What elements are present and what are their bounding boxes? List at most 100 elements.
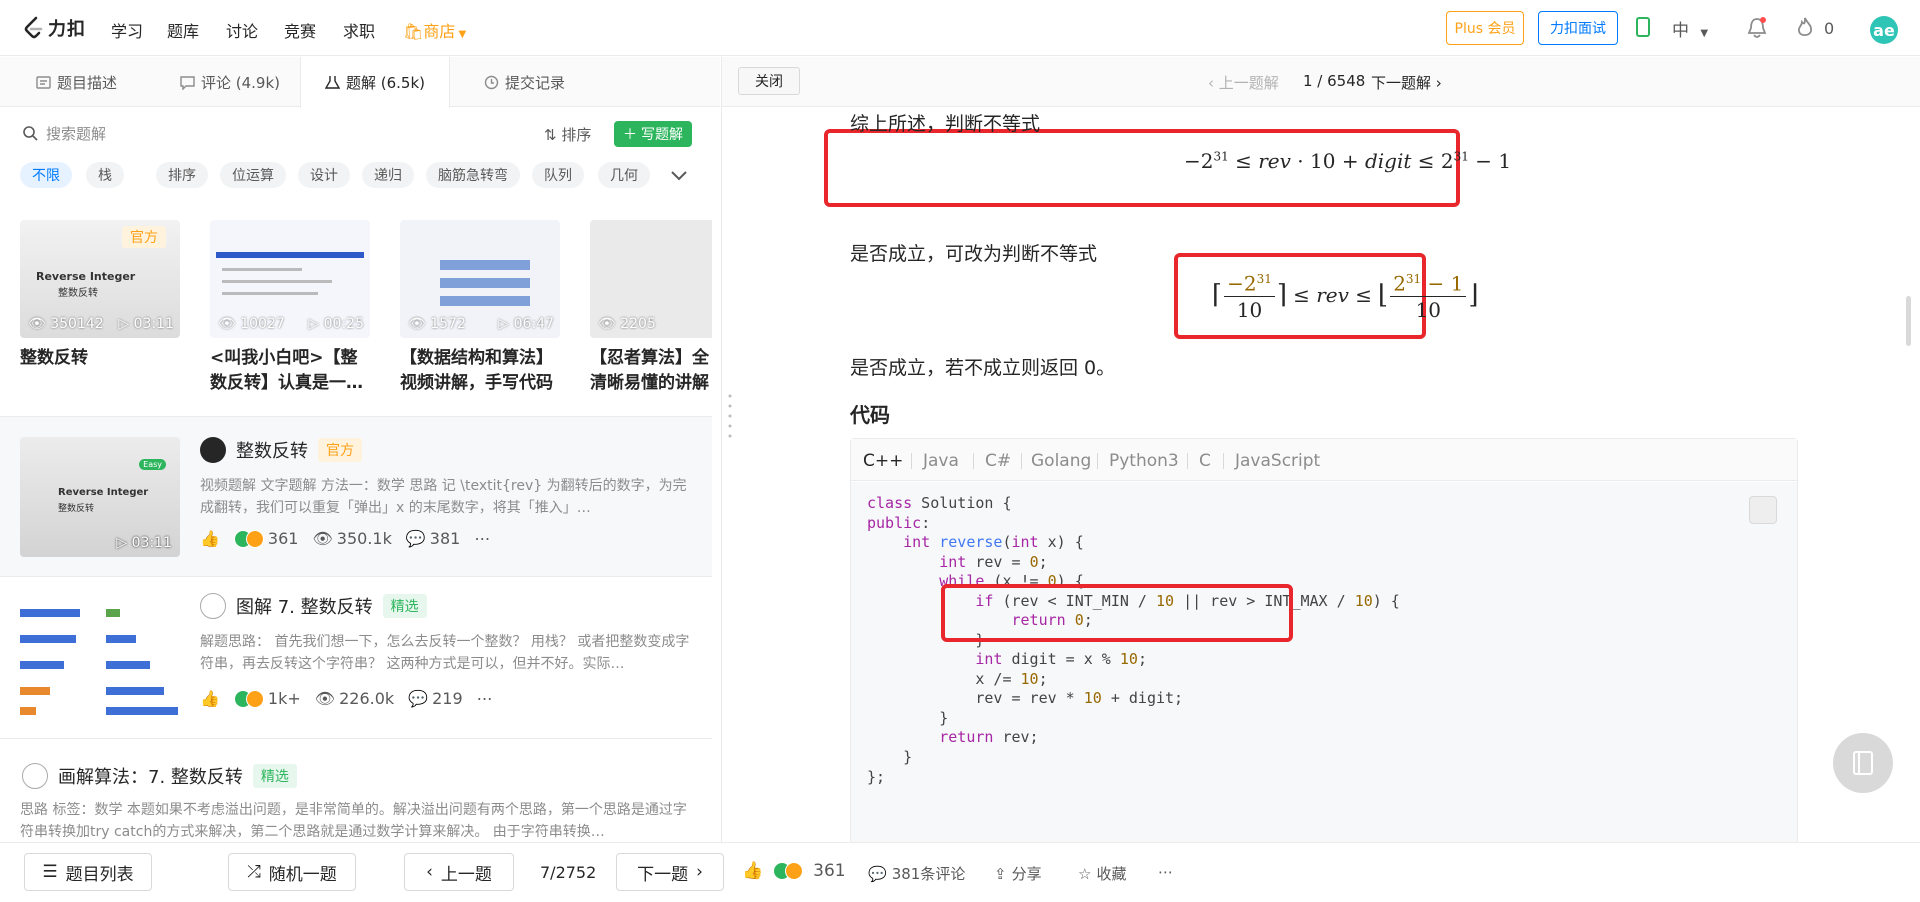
nav-jobs[interactable]: 求职 bbox=[343, 18, 375, 42]
tab-golang[interactable]: Golang bbox=[1031, 451, 1091, 471]
nav-store[interactable]: 🛍商店 ▼ bbox=[403, 18, 466, 42]
interview-button[interactable]: 力扣面试 bbox=[1538, 11, 1618, 45]
next-solution-button[interactable]: 下一题解 › bbox=[1371, 72, 1442, 93]
tab-csharp[interactable]: C# bbox=[985, 451, 1011, 471]
thumb-decoration bbox=[20, 707, 36, 715]
video-title[interactable]: 【忍者算法】全清晰易懂的讲解 bbox=[590, 346, 712, 396]
solution-title[interactable]: 画解算法：7. 整数反转 bbox=[58, 763, 243, 789]
more-icon[interactable]: ⋯ bbox=[477, 689, 493, 708]
video-card[interactable]: 👁 10027 ▷ 00:25 <叫我小白吧>【整数反转】认真是一… bbox=[210, 220, 370, 396]
tab-description[interactable]: 题目描述 bbox=[22, 57, 131, 107]
tag-geometry[interactable]: 几何 bbox=[598, 162, 650, 188]
video-title[interactable]: 整数反转 bbox=[20, 346, 180, 371]
search-input[interactable]: 搜索题解 bbox=[22, 118, 502, 148]
author-avatar bbox=[22, 763, 48, 789]
write-solution-button[interactable]: ＋ 写题解 bbox=[614, 121, 692, 147]
notification-bell-icon[interactable] bbox=[1746, 16, 1768, 40]
tag-stack[interactable]: 栈 bbox=[86, 162, 124, 188]
problem-pager: 7/2752 bbox=[540, 863, 597, 882]
tag-filter-bar: 不限 栈 排序 位运算 设计 递归 脑筋急转弯 队列 几何 bbox=[20, 160, 710, 192]
divider bbox=[911, 453, 912, 469]
video-meta: 👁 10027 ▷ 00:25 bbox=[218, 316, 364, 332]
tag-sort[interactable]: 排序 bbox=[156, 162, 208, 188]
code-heading: 代码 bbox=[850, 403, 890, 427]
official-badge: 官方 bbox=[318, 438, 362, 462]
solution-likes[interactable]: 👍 361 bbox=[742, 861, 846, 881]
prev-problem-button[interactable]: ‹ 上一题 bbox=[404, 853, 514, 891]
notebook-float-button[interactable] bbox=[1833, 733, 1893, 793]
tag-all[interactable]: 不限 bbox=[20, 162, 72, 188]
nav-contest[interactable]: 竞赛 bbox=[284, 18, 316, 42]
tag-queue[interactable]: 队列 bbox=[532, 162, 584, 188]
plus-icon: ＋ bbox=[623, 127, 637, 143]
prev-solution-button[interactable]: ‹ 上一题解 bbox=[1208, 72, 1279, 93]
tab-c[interactable]: C bbox=[1199, 451, 1211, 471]
thumb-subtitle: 整数反转 bbox=[58, 504, 95, 514]
video-title[interactable]: 【数据结构和算法】视频讲解，手写代码 bbox=[400, 346, 560, 396]
tab-solutions[interactable]: 题解 (6.5k) bbox=[300, 57, 450, 108]
thumb-title: Reverse Integer bbox=[36, 270, 136, 283]
next-problem-button[interactable]: 下一题 › bbox=[616, 853, 724, 891]
prev-solution-label: 上一题解 bbox=[1218, 74, 1279, 92]
code-line: return rev; bbox=[939, 728, 1039, 746]
tab-comments[interactable]: 评论 (4.9k) bbox=[166, 57, 294, 107]
tab-submissions[interactable]: 提交记录 bbox=[470, 57, 579, 107]
comments-button[interactable]: 💬 381条评论 bbox=[868, 863, 965, 884]
tab-java[interactable]: Java bbox=[923, 451, 959, 471]
user-avatar[interactable]: ae bbox=[1870, 16, 1898, 44]
tab-javascript[interactable]: JavaScript bbox=[1235, 451, 1320, 471]
sort-button[interactable]: ⇅ 排序 bbox=[544, 124, 591, 145]
search-icon bbox=[23, 126, 38, 141]
tag-design[interactable]: 设计 bbox=[298, 162, 350, 188]
nav-discuss[interactable]: 讨论 bbox=[226, 18, 258, 42]
favorite-button[interactable]: ☆ 收藏 bbox=[1078, 863, 1126, 884]
thumb-up-icon: 👍 bbox=[742, 861, 764, 881]
solution-item[interactable]: 画解算法：7. 整数反转 精选 思路 标签：数学 本题如果不考虑溢出问题，是非常… bbox=[0, 738, 712, 842]
tag-recursion[interactable]: 递归 bbox=[362, 162, 414, 188]
problem-list-button[interactable]: ☰ 题目列表 bbox=[24, 853, 152, 891]
more-icon[interactable]: ⋯ bbox=[1158, 863, 1173, 881]
video-card[interactable]: 👁 2205 【忍者算法】全清晰易懂的讲解 bbox=[590, 220, 712, 396]
solution-title[interactable]: 整数反转 bbox=[236, 437, 308, 463]
random-problem-button[interactable]: ⤮ 随机一题 bbox=[228, 853, 356, 891]
flame-icon[interactable] bbox=[1796, 17, 1814, 39]
chevron-left-icon: ‹ bbox=[1208, 74, 1219, 92]
share-button[interactable]: ⇪ 分享 bbox=[994, 863, 1042, 884]
comments-stat[interactable]: 💬 219 bbox=[408, 689, 462, 708]
divider bbox=[973, 453, 974, 469]
tab-cpp[interactable]: C++ bbox=[863, 451, 903, 471]
tag-brainteaser[interactable]: 脑筋急转弯 bbox=[426, 162, 520, 188]
mobile-app-icon[interactable] bbox=[1636, 17, 1650, 37]
plus-membership-button[interactable]: Plus 会员 bbox=[1446, 11, 1524, 45]
video-card[interactable]: 👁 1572 ▷ 06:47 【数据结构和算法】视频讲解，手写代码 bbox=[400, 220, 560, 396]
language-select[interactable]: 中 ▼ bbox=[1672, 16, 1708, 41]
code-line: } bbox=[867, 748, 913, 766]
copy-icon[interactable] bbox=[1749, 496, 1777, 524]
views-count: 👁 2205 bbox=[598, 316, 656, 332]
comments-stat[interactable]: 💬 381 bbox=[406, 529, 460, 548]
thumb-title: Reverse Integer bbox=[58, 487, 149, 498]
tag-bit[interactable]: 位运算 bbox=[220, 162, 286, 188]
solution-item[interactable]: Easy Reverse Integer 整数反转 ▷ 03:11 整数反转 官… bbox=[0, 416, 712, 576]
like-button[interactable]: 👍 bbox=[200, 689, 220, 708]
duration: ▷ 06:47 bbox=[498, 316, 554, 332]
tab-python3[interactable]: Python3 bbox=[1109, 451, 1179, 471]
solution-stats: 👍 1k+ 👁 226.0k 💬 219 ⋯ bbox=[200, 689, 493, 708]
code-line: int digit = x % 10; bbox=[975, 650, 1147, 668]
video-card[interactable]: 官方 Reverse Integer 整数反转 👁 350142 ▷ 03:11… bbox=[20, 220, 180, 371]
more-icon[interactable]: ⋯ bbox=[474, 529, 490, 548]
emoji-reaction-icon bbox=[245, 529, 264, 548]
scrollbar-thumb[interactable] bbox=[1906, 296, 1911, 346]
nav-learn[interactable]: 学习 bbox=[111, 18, 143, 42]
leetcode-logo[interactable]: 力扣 bbox=[22, 14, 86, 42]
like-button[interactable]: 👍 bbox=[200, 529, 220, 548]
chevron-down-icon[interactable] bbox=[670, 166, 688, 184]
eye-icon: 👁 bbox=[598, 316, 616, 332]
duration-value: 00:25 bbox=[323, 316, 364, 332]
solution-item[interactable]: 图解 7. 整数反转 精选 解题思路： 首先我们想一下，怎么去反转一个整数？ 用… bbox=[0, 576, 712, 738]
close-button[interactable]: 关闭 bbox=[738, 67, 800, 95]
solution-search-bar: 搜索题解 ⇅ 排序 ＋ 写题解 bbox=[0, 108, 712, 158]
solution-title[interactable]: 图解 7. 整数反转 bbox=[236, 593, 373, 619]
nav-problems[interactable]: 题库 bbox=[167, 18, 199, 42]
video-title[interactable]: <叫我小白吧>【整数反转】认真是一… bbox=[210, 346, 370, 396]
